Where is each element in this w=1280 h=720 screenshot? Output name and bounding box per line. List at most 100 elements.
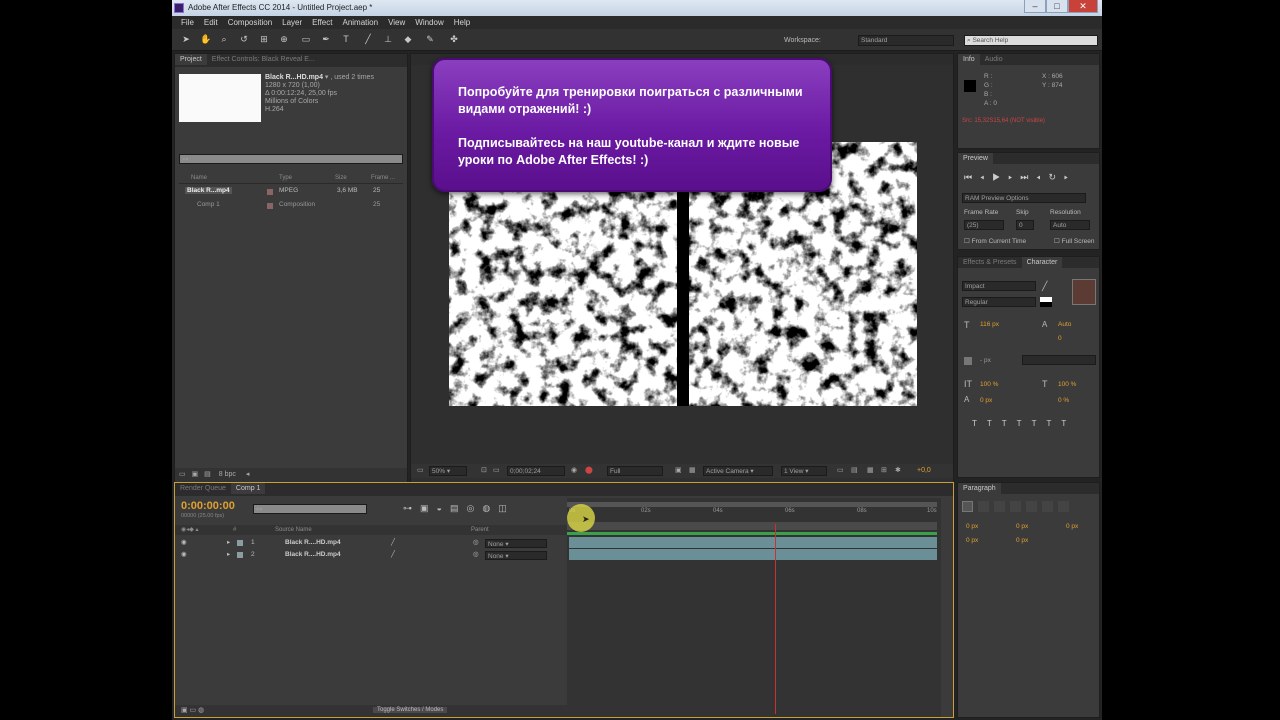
superscript-icon[interactable]: T bbox=[1046, 419, 1061, 428]
col-size[interactable]: Size bbox=[335, 175, 347, 181]
menu-help[interactable]: Help bbox=[449, 16, 475, 29]
pen-tool-icon[interactable]: ✒ bbox=[320, 33, 332, 46]
toggle-pixel-aspect-icon[interactable]: ▭ bbox=[837, 464, 844, 478]
current-time-field[interactable]: 0;00;02;24 bbox=[507, 466, 565, 476]
tsume-value[interactable]: 0 % bbox=[1058, 397, 1069, 404]
indent-right-value[interactable]: 0 px bbox=[1016, 523, 1028, 530]
frame-rate-select[interactable]: (25) bbox=[964, 220, 1004, 230]
title-safe-icon[interactable]: ⊡ bbox=[481, 464, 487, 478]
mask-visibility-icon[interactable]: ▭ bbox=[493, 464, 500, 478]
rotate-tool-icon[interactable]: ↺ bbox=[238, 33, 250, 46]
zoom-tool-icon[interactable]: ⌕ bbox=[218, 33, 230, 46]
visibility-icon[interactable]: ◉ bbox=[181, 550, 187, 560]
view-layout-select[interactable]: 1 View ▾ bbox=[781, 466, 827, 476]
space-before-value[interactable]: 0 px bbox=[966, 537, 978, 544]
minimize-button[interactable]: – bbox=[1024, 0, 1046, 13]
current-time-display[interactable]: 0:00:00:00 bbox=[181, 500, 235, 512]
time-ruler[interactable]: 0s 02s 04s 06s 08s 10s bbox=[567, 508, 941, 522]
resolution-select[interactable]: Auto bbox=[1050, 220, 1090, 230]
zoom-select[interactable]: 50% ▾ bbox=[429, 466, 467, 476]
label-color-icon[interactable] bbox=[237, 552, 243, 558]
kerning-value[interactable]: 0 bbox=[1058, 335, 1062, 342]
maximize-button[interactable]: □ bbox=[1046, 0, 1068, 13]
faux-italic-icon[interactable]: T bbox=[987, 419, 1002, 428]
brush-tool-icon[interactable]: ╱ bbox=[362, 33, 374, 46]
tab-preview[interactable]: Preview bbox=[958, 153, 993, 164]
fx-switch-icon[interactable]: ╱ bbox=[391, 550, 395, 560]
project-search-input[interactable]: ⌕▾ bbox=[179, 154, 403, 164]
tab-info[interactable]: Info bbox=[958, 54, 980, 65]
timeline-icon[interactable]: ▦ bbox=[867, 464, 874, 478]
parent-select[interactable]: None ▾ bbox=[485, 551, 547, 560]
brainstorm-icon[interactable]: ◍ bbox=[482, 503, 498, 513]
layer-duration-bar[interactable] bbox=[569, 549, 937, 560]
font-size-value[interactable]: 116 px bbox=[980, 321, 999, 328]
visibility-icon[interactable]: ◉ bbox=[181, 538, 187, 548]
full-screen-checkbox[interactable]: ☐ Full Screen bbox=[1054, 237, 1095, 245]
comp-flowchart-icon[interactable]: ⊞ bbox=[881, 464, 887, 478]
menu-effect[interactable]: Effect bbox=[307, 16, 337, 29]
loop-icon[interactable]: ↻ bbox=[1048, 172, 1064, 182]
menu-view[interactable]: View bbox=[383, 16, 410, 29]
justify-left-icon[interactable] bbox=[1010, 501, 1021, 512]
project-row[interactable]: Comp 1 Composition 25 bbox=[179, 201, 403, 211]
layer-duration-bar[interactable] bbox=[569, 537, 937, 548]
from-current-time-checkbox[interactable]: ☐ From Current Time bbox=[964, 237, 1026, 245]
tab-comp-1[interactable]: Comp 1 bbox=[230, 483, 266, 494]
playhead-line[interactable] bbox=[775, 524, 776, 714]
always-preview-icon[interactable]: ▭ bbox=[417, 464, 424, 478]
last-frame-icon[interactable]: ⏭ bbox=[1020, 172, 1036, 182]
workspace-select[interactable]: Standard bbox=[858, 35, 954, 46]
ram-preview-icon[interactable]: ▸ bbox=[1064, 172, 1076, 182]
camera-tool-icon[interactable]: ⊞ bbox=[258, 33, 270, 46]
close-button[interactable]: ✕ bbox=[1068, 0, 1098, 13]
skip-field[interactable]: 0 bbox=[1016, 220, 1034, 230]
all-caps-icon[interactable]: TT bbox=[1002, 419, 1032, 428]
timeline-search-input[interactable]: ⌕▾ bbox=[253, 504, 367, 514]
new-comp-icon[interactable]: ▤ bbox=[204, 471, 211, 478]
work-area-bar[interactable] bbox=[567, 502, 937, 507]
type-tool-icon[interactable]: T bbox=[340, 33, 352, 46]
fast-previews-icon[interactable]: ▤ bbox=[851, 464, 858, 478]
layer-name[interactable]: Black R....HD.mp4 bbox=[285, 538, 341, 548]
layer-row[interactable]: ◉ ▸ 1 Black R....HD.mp4 ╱ ◎ None ▾ bbox=[175, 538, 567, 548]
parent-select[interactable]: None ▾ bbox=[485, 539, 547, 548]
menu-file[interactable]: File bbox=[176, 16, 199, 29]
camera-select[interactable]: Active Camera ▾ bbox=[703, 466, 773, 476]
layer-name[interactable]: Black R....HD.mp4 bbox=[285, 550, 341, 560]
interpret-footage-icon[interactable]: ▭ bbox=[179, 471, 186, 478]
menu-window[interactable]: Window bbox=[410, 16, 448, 29]
delete-icon[interactable]: ◂ bbox=[246, 471, 250, 478]
eyedropper-icon[interactable]: ╱ bbox=[1042, 281, 1047, 292]
fx-switch-icon[interactable]: ╱ bbox=[391, 538, 395, 548]
label-color-icon[interactable] bbox=[237, 540, 243, 546]
menu-layer[interactable]: Layer bbox=[277, 16, 307, 29]
font-family-select[interactable]: Impact bbox=[962, 281, 1036, 291]
indent-first-value[interactable]: 0 px bbox=[1066, 523, 1078, 530]
tab-audio[interactable]: Audio bbox=[980, 54, 1008, 65]
layer-row[interactable]: ◉ ▸ 2 Black R....HD.mp4 ╱ ◎ None ▾ bbox=[175, 550, 567, 560]
eraser-tool-icon[interactable]: ◆ bbox=[402, 33, 414, 46]
transparency-grid-icon[interactable]: ▦ bbox=[689, 464, 696, 478]
tab-effects-presets[interactable]: Effects & Presets bbox=[958, 257, 1022, 268]
space-after-value[interactable]: 0 px bbox=[1016, 537, 1028, 544]
clone-stamp-tool-icon[interactable]: ⊥ bbox=[382, 33, 394, 46]
expand-icon[interactable]: ▸ bbox=[227, 538, 230, 548]
hand-tool-icon[interactable]: ✋ bbox=[200, 33, 212, 46]
expand-icon[interactable]: ▸ bbox=[227, 550, 230, 560]
pickwhip-icon[interactable]: ◎ bbox=[473, 550, 479, 560]
first-frame-icon[interactable]: ⏮ bbox=[964, 172, 980, 182]
subscript-icon[interactable]: T bbox=[1061, 419, 1076, 428]
col-name[interactable]: Name bbox=[191, 175, 207, 181]
align-center-icon[interactable] bbox=[978, 501, 989, 512]
resolution-select[interactable]: Full bbox=[607, 466, 663, 476]
fill-swatch-icon[interactable] bbox=[1040, 297, 1052, 307]
justify-center-icon[interactable] bbox=[1026, 501, 1037, 512]
col-type[interactable]: Type bbox=[279, 175, 292, 181]
puppet-tool-icon[interactable]: ✤ bbox=[448, 33, 460, 46]
align-left-icon[interactable] bbox=[962, 501, 973, 512]
audio-icon[interactable]: ◂ bbox=[1036, 172, 1048, 182]
pan-behind-tool-icon[interactable]: ⊕ bbox=[278, 33, 290, 46]
play-icon[interactable]: ▶ bbox=[992, 172, 1008, 182]
leading-value[interactable]: Auto bbox=[1058, 321, 1071, 328]
